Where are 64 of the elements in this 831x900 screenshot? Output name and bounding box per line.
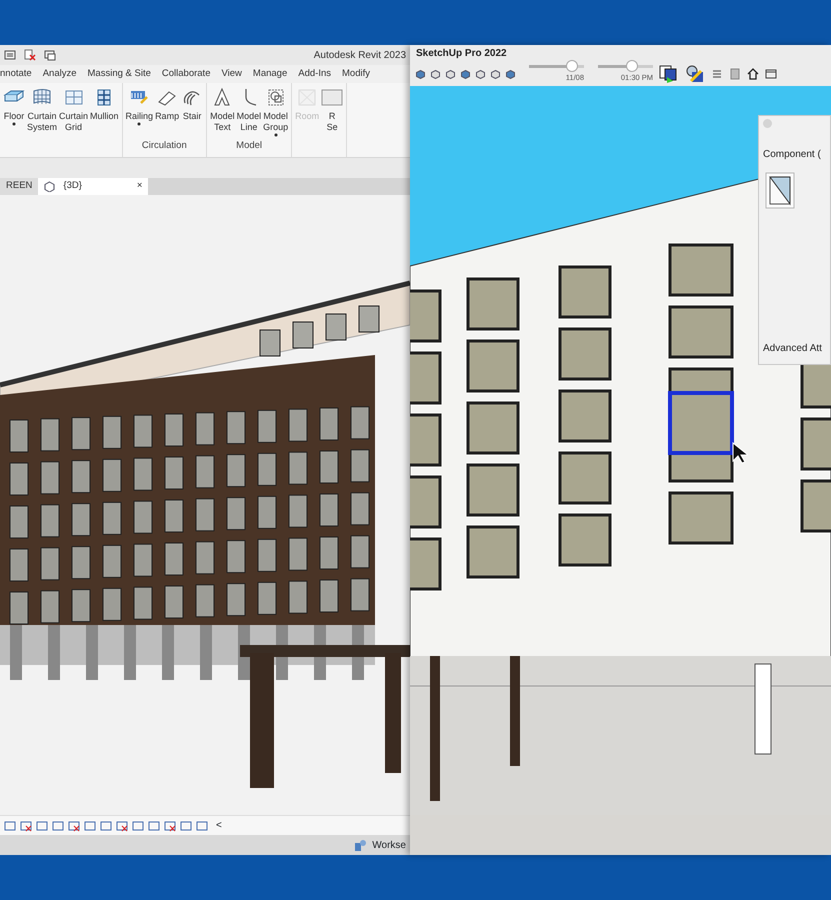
ribbon-tab[interactable]: nnotate (0, 66, 32, 82)
ribbon-tab[interactable]: Analyze (42, 66, 77, 82)
panel-title: Model (235, 139, 264, 153)
document-tab[interactable]: {3D} × (38, 178, 148, 195)
document-icon[interactable] (729, 68, 741, 80)
components-icon[interactable] (659, 65, 679, 83)
view-control-icon[interactable] (132, 820, 144, 832)
worksets-icon[interactable] (354, 838, 368, 852)
view-control-icon[interactable] (180, 820, 192, 832)
view-control-icon[interactable] (68, 820, 80, 832)
panel-title: Component ( (763, 148, 822, 162)
window-title: Autodesk Revit 2023 (314, 48, 406, 62)
ribbon-button[interactable]: Model Group (262, 85, 290, 139)
ribbon-button[interactable]: Stair (180, 85, 204, 128)
view-control-icon[interactable] (84, 820, 96, 832)
curtain-system-icon (31, 87, 53, 107)
dropdown-icon (274, 133, 278, 137)
ribbon-button[interactable]: Model Text (209, 85, 236, 139)
ribbon-button[interactable]: Railing (124, 85, 154, 128)
document-tab[interactable]: REEN (0, 178, 38, 195)
ribbon-button[interactable]: R Se (320, 85, 344, 135)
panel-title: Circulation (140, 138, 188, 153)
window-icon[interactable] (765, 68, 777, 80)
ribbon-tab[interactable]: Massing & Site (88, 66, 151, 82)
ribbon-button[interactable]: Floor (2, 85, 26, 135)
window-title: SketchUp Pro 2022 (416, 47, 507, 61)
ribbon-tab[interactable]: Add-Ins (298, 66, 331, 82)
dropdown-icon (137, 122, 142, 126)
ribbon-button[interactable]: Mullion (89, 85, 120, 135)
ribbon-tab[interactable]: Collaborate (162, 66, 210, 82)
layers-icon[interactable] (711, 68, 723, 80)
cursor-icon (732, 442, 748, 464)
close-button[interactable]: × (136, 179, 142, 194)
slider-thumb[interactable] (626, 60, 638, 72)
panel-section-title: Advanced Att (763, 342, 823, 356)
tool-icon (321, 87, 344, 107)
view-control-icon[interactable] (148, 820, 160, 832)
list-icon[interactable] (4, 49, 16, 61)
slider-thumb[interactable] (566, 60, 578, 72)
view-control-icon[interactable] (4, 820, 16, 832)
ribbon-tab[interactable]: View (221, 66, 242, 82)
component-thumbnail[interactable] (765, 172, 795, 209)
windows-icon[interactable] (44, 49, 56, 61)
dropdown-icon (12, 122, 16, 126)
status-text: Workse (372, 838, 406, 852)
scroll-arrow[interactable]: < (216, 818, 222, 833)
view-control-icon[interactable] (196, 820, 208, 832)
ribbon-button[interactable]: Model Line (236, 85, 262, 139)
close-views-icon[interactable] (24, 49, 36, 61)
view-control-icon[interactable] (52, 820, 64, 832)
home-icon[interactable] (747, 68, 759, 80)
cube-icon (44, 181, 56, 192)
room-icon (296, 87, 318, 107)
ribbon-button[interactable]: Curtain System (26, 85, 58, 135)
materials-icon[interactable] (685, 65, 705, 83)
view-control-icon[interactable] (100, 820, 112, 832)
ribbon-tab[interactable]: Modify (342, 66, 370, 82)
ribbon-tab[interactable]: Manage (252, 66, 288, 82)
view-control-icon[interactable] (164, 820, 176, 832)
view-control-icon[interactable] (116, 820, 128, 832)
view-control-icon[interactable] (36, 820, 48, 832)
ribbon-button[interactable]: Ramp (154, 85, 180, 128)
view-control-icon[interactable] (20, 820, 32, 832)
ribbon-button[interactable]: Curtain Grid (58, 85, 90, 135)
